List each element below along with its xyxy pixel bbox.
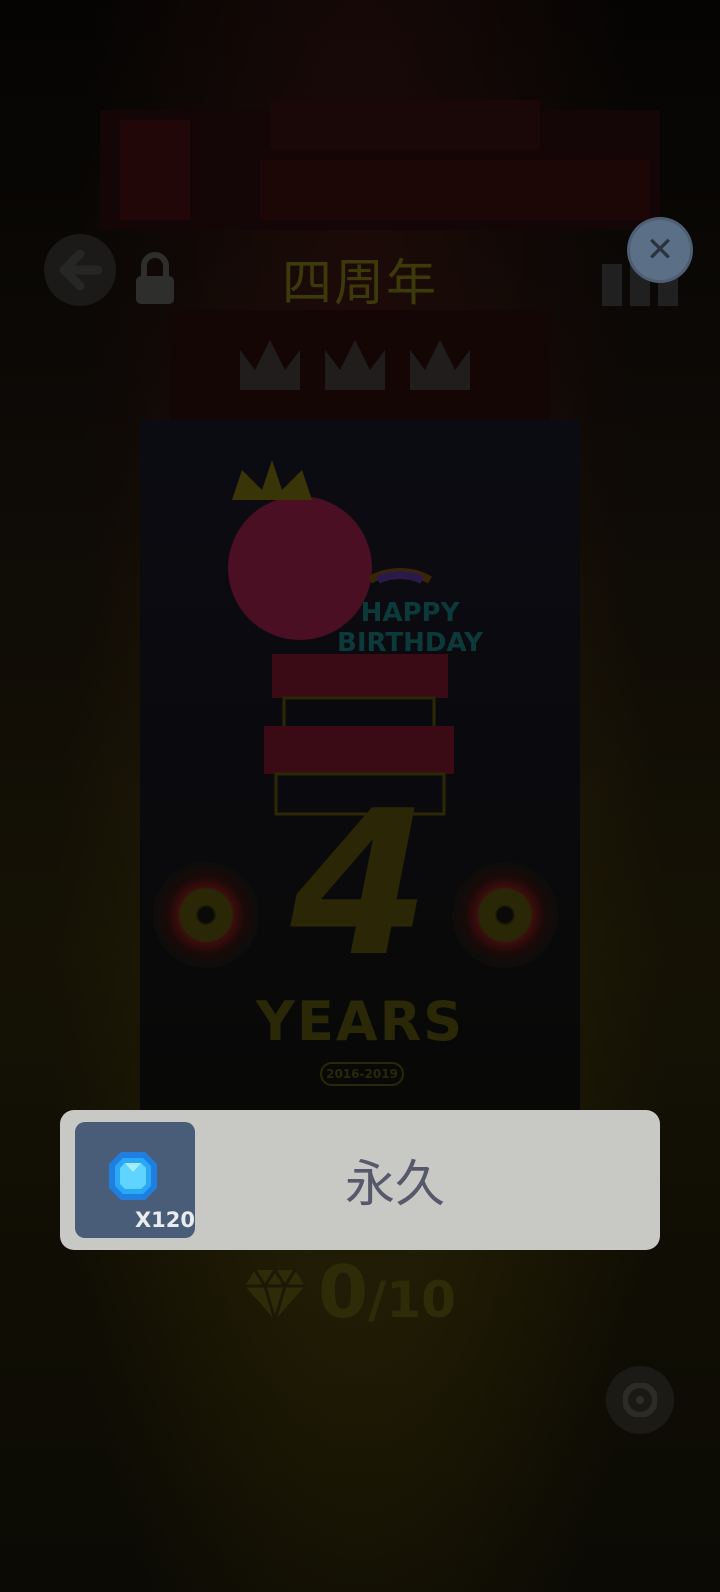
crown-decorations	[170, 310, 550, 420]
anniversary-number: 4	[290, 768, 430, 1001]
music-disc-button[interactable]	[606, 1366, 674, 1434]
years-label: YEARS	[255, 990, 465, 1053]
diamond-icon	[245, 1268, 305, 1322]
years-range: 2016-2019	[320, 1062, 404, 1086]
progress-current: 0	[318, 1250, 369, 1334]
progress-counter: 0/10	[318, 1250, 456, 1334]
reward-duration-label: 永久	[345, 1155, 445, 1213]
reward-popup[interactable]: X120 永久	[60, 1110, 660, 1250]
progress-separator: /	[368, 1271, 387, 1329]
close-icon: ✕	[645, 230, 675, 270]
reward-quantity: X120	[134, 1208, 195, 1232]
happy-birthday-text: HAPPY BIRTHDAY	[337, 598, 483, 658]
disc-icon	[623, 1383, 657, 1417]
progress-total: 10	[386, 1271, 456, 1329]
birthday-banner-art	[100, 100, 660, 230]
reward-item-tile: X120	[75, 1122, 195, 1238]
blue-gem-icon	[109, 1152, 157, 1200]
close-button[interactable]: ✕	[630, 220, 690, 280]
